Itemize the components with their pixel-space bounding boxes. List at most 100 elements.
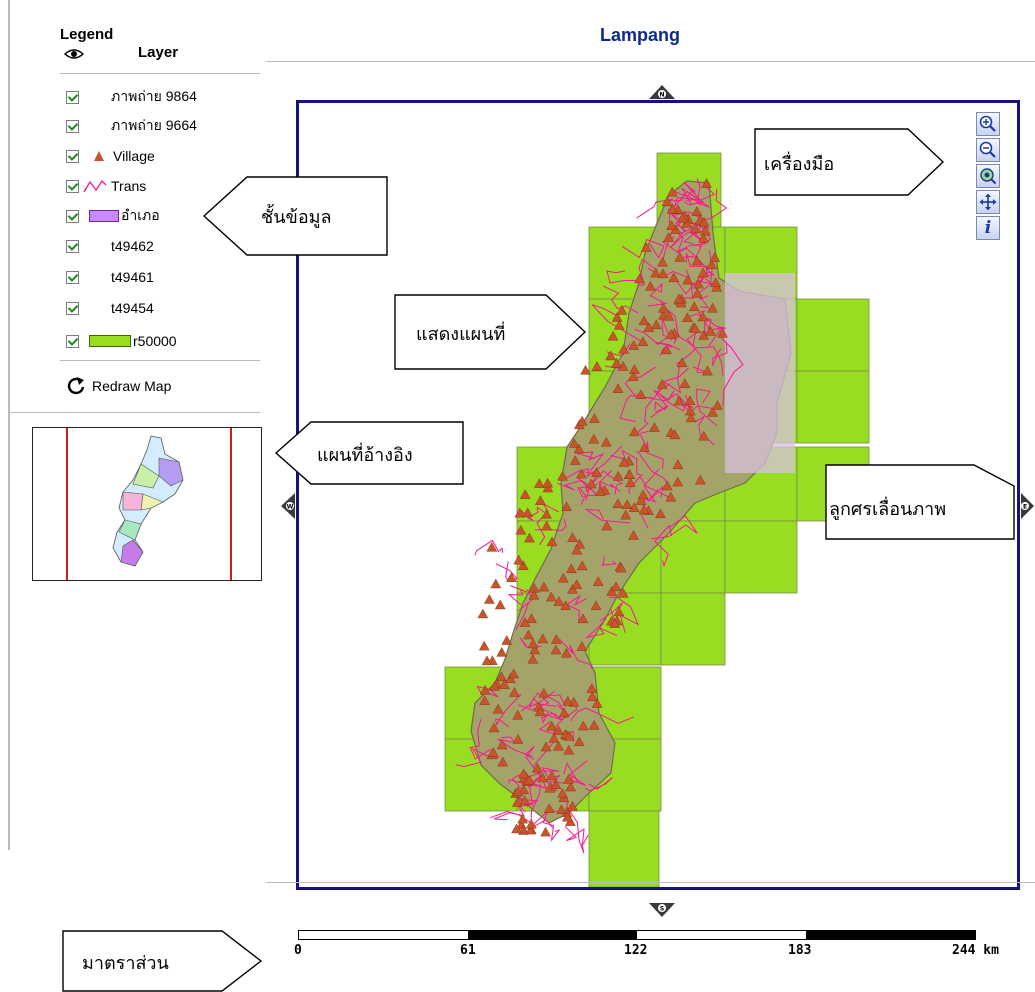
full-extent-button[interactable]: [976, 164, 1000, 188]
pan-south-label: S: [660, 906, 664, 913]
map-title: Lampang: [600, 25, 681, 45]
scale-tick: 0: [294, 943, 302, 958]
legend-divider-top: [60, 73, 260, 74]
zoom-in-button[interactable]: [976, 112, 1000, 136]
village-marker: [490, 578, 502, 589]
road-line: [564, 825, 589, 846]
purple-fill-icon: [89, 210, 119, 222]
layer-label: t49461: [111, 269, 154, 285]
legend-title: Legend: [60, 26, 114, 43]
layer-row-trans: Trans: [66, 175, 146, 197]
layer-row-district: อำเภอ: [66, 205, 160, 227]
callout-tools: เครื่องมือ: [754, 128, 945, 196]
layer-row-t49454: t49454: [66, 297, 154, 319]
scale-tick: 61: [460, 943, 476, 958]
redraw-label: Redraw Map: [92, 378, 172, 394]
layer-label: r50000: [133, 333, 177, 349]
village-marker: [496, 646, 508, 657]
pan-tool-button[interactable]: [976, 190, 1000, 214]
pan-west-label: W: [287, 504, 294, 511]
layer-label: อำเภอ: [121, 207, 160, 223]
scale-segment: [637, 931, 806, 939]
scale-segment: [299, 931, 468, 939]
layer-checkbox[interactable]: [66, 270, 79, 284]
identify-button[interactable]: i: [976, 216, 1000, 240]
pan-east-button[interactable]: E: [1020, 492, 1035, 525]
reference-map[interactable]: [32, 427, 262, 581]
grid-tile: [796, 370, 870, 444]
callout-map-display: แสดงแผนที่: [394, 294, 587, 370]
scale-tick: 244 km: [952, 943, 999, 958]
callout-layers-text: ชั้นข้อมูล: [261, 207, 332, 228]
callout-tools-text: เครื่องมือ: [764, 154, 835, 175]
layer-checkbox[interactable]: [66, 334, 79, 348]
arrow-up-icon: N: [649, 85, 675, 99]
callout-reference-map-text: แผนที่อ้างอิง: [317, 445, 413, 466]
triangle-icon: [94, 151, 104, 161]
aerial-photo-overlay: [725, 273, 795, 473]
callout-reference-map: แผนที่อ้างอิง: [274, 421, 464, 485]
scale-bar: [298, 930, 976, 940]
pan-north-label: N: [659, 92, 664, 99]
zoom-out-button[interactable]: [976, 138, 1000, 162]
layer-checkbox[interactable]: [66, 119, 79, 133]
grid-tile: [660, 592, 726, 666]
arrow-down-icon: S: [649, 903, 675, 917]
pan-south-button[interactable]: S: [648, 902, 676, 923]
layer-row-r50000: r50000: [66, 330, 177, 352]
layer-label: t49454: [111, 300, 154, 316]
callout-map-display-text: แสดงแผนที่: [416, 324, 506, 345]
pan-west-button[interactable]: W: [280, 492, 296, 525]
layer-label: Village: [113, 148, 155, 164]
village-marker: [540, 826, 551, 837]
layer-checkbox[interactable]: [66, 179, 79, 193]
layer-header: Layer: [138, 44, 179, 61]
village-marker: [478, 640, 490, 651]
map-toolbar: i: [976, 112, 1002, 240]
refresh-icon: [67, 377, 85, 395]
village-marker: [506, 572, 517, 582]
village-marker: [477, 608, 489, 619]
layer-label: t49462: [111, 238, 154, 254]
callout-scale: มาตราส่วน: [62, 930, 263, 992]
layer-label: ภาพถ่าย 9864: [111, 88, 197, 104]
grid-tile: [724, 520, 798, 594]
pan-east-label: E: [1023, 504, 1027, 511]
full-extent-icon: [980, 168, 997, 185]
layer-checkbox[interactable]: [66, 149, 79, 163]
grid-tile: [588, 810, 660, 887]
layer-row-photo-9864: ภาพถ่าย 9864: [66, 86, 197, 108]
scale-tick: 122: [624, 943, 648, 958]
layer-row-photo-9664: ภาพถ่าย 9664: [66, 115, 197, 137]
layer-label: ภาพถ่าย 9664: [111, 117, 197, 133]
layer-checkbox[interactable]: [66, 301, 79, 315]
layer-label: Trans: [111, 178, 147, 194]
scale-divider: [266, 882, 1035, 883]
scale-tick: 183: [788, 943, 812, 958]
village-marker: [494, 599, 506, 610]
scale-segment: [468, 931, 637, 939]
village-marker: [484, 594, 495, 604]
identify-icon: i: [984, 218, 992, 238]
arrow-left-icon: W: [281, 493, 295, 519]
layer-row-village: Village: [66, 145, 155, 167]
layer-checkbox[interactable]: [66, 90, 79, 104]
layer-checkbox[interactable]: [66, 239, 79, 253]
eye-icon: [64, 49, 84, 59]
arrow-right-icon: E: [1021, 493, 1034, 519]
line-icon: [83, 179, 107, 193]
redraw-map-button[interactable]: Redraw Map: [66, 376, 171, 396]
reference-map-image: [66, 428, 232, 580]
left-divider: [8, 0, 10, 850]
callout-layers: ชั้นข้อมูล: [202, 176, 388, 256]
pan-icon: [979, 193, 997, 211]
zoom-out-icon: [979, 141, 996, 158]
layer-checkbox[interactable]: [66, 209, 79, 223]
grid-tile: [796, 298, 870, 372]
scale-segment: [806, 931, 975, 939]
callout-pan-arrows: ลูกศรเลื่อนภาพ: [825, 464, 1015, 540]
reference-divider: [8, 412, 260, 413]
legend-divider-bottom: [60, 360, 260, 361]
title-divider: [266, 61, 1035, 62]
green-fill-icon: [89, 335, 131, 347]
